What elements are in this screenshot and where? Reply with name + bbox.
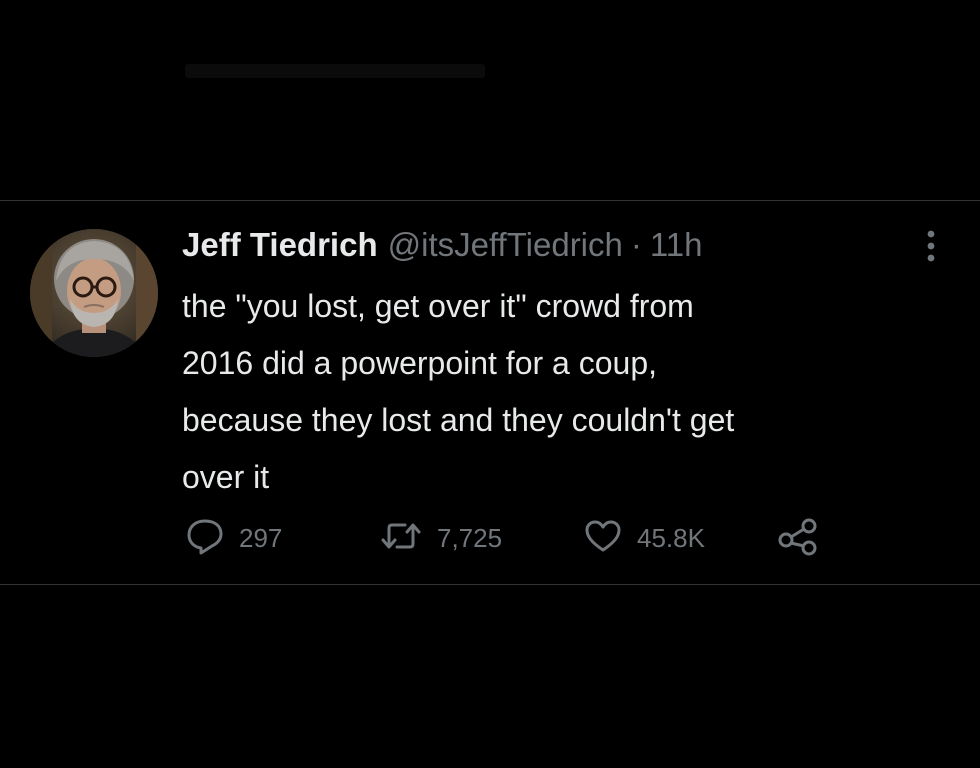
next-tweet-faded [0, 585, 980, 768]
retweet-button[interactable]: 7,725 [379, 516, 502, 560]
tweet-text-line: over it [182, 459, 270, 495]
tweet-header: Jeff Tiedrich @itsJeffTiedrich · 11h [182, 222, 703, 268]
tweet-actions: 297 7,725 45.8K [185, 516, 885, 560]
retweet-count: 7,725 [437, 522, 503, 553]
display-name[interactable]: Jeff Tiedrich [182, 226, 378, 264]
more-options-icon[interactable] [918, 228, 944, 264]
reply-button[interactable]: 297 [185, 516, 282, 560]
user-handle[interactable]: @itsJeffTiedrich [388, 226, 623, 264]
previous-tweet-faded [0, 0, 980, 200]
like-count: 45.8K [637, 522, 705, 553]
reply-icon [185, 516, 225, 561]
share-button[interactable] [777, 516, 819, 560]
separator-dot: · [630, 226, 642, 263]
tweet-text-line: 2016 did a powerpoint for a coup, [182, 345, 657, 381]
faded-text-line [185, 64, 485, 78]
like-button[interactable]: 45.8K [583, 516, 705, 560]
tweet-text-line: because they lost and they couldn't get [182, 402, 735, 438]
retweet-icon [379, 516, 423, 561]
tweet-text: the "you lost, get over it" crowd from 2… [182, 278, 942, 506]
avatar[interactable] [30, 229, 158, 357]
tweet-text-line: the "you lost, get over it" crowd from [182, 288, 694, 324]
reply-count: 297 [239, 522, 283, 553]
heart-icon [583, 516, 623, 561]
timestamp[interactable]: 11h [650, 226, 703, 264]
share-icon [777, 516, 819, 561]
